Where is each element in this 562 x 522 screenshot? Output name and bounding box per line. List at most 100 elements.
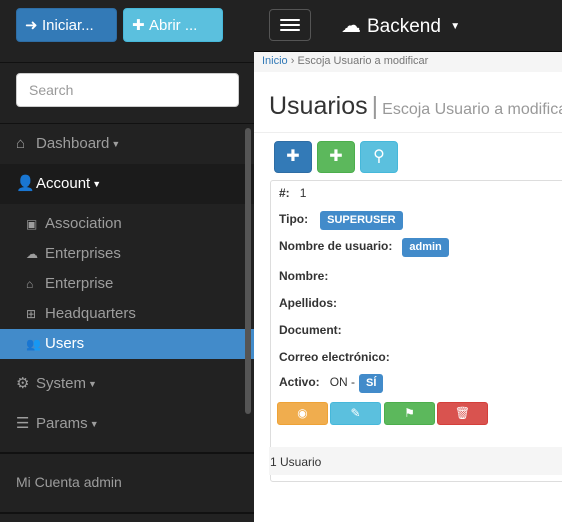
record-id-value: 1 (299, 186, 307, 200)
cloud-icon: ☁ (341, 15, 361, 37)
view-button[interactable]: ◉ (277, 402, 328, 425)
sidebar-scrollbar[interactable] (245, 128, 251, 414)
sidebar-item-label: Enterprise (45, 275, 114, 292)
hamburger-icon-bar (280, 24, 300, 26)
menu-toggle-button[interactable] (269, 9, 311, 41)
user-record-card: #: 1 Tipo: SUPERUSER Nombre de usuario: ad… (270, 180, 562, 482)
title-separator: | (371, 92, 379, 120)
nav-account[interactable]: 👤Account ▼ (0, 164, 254, 204)
list-icon: ☰ (16, 415, 30, 432)
add-user-button[interactable]: ✚ (317, 141, 355, 173)
edit-button[interactable]: ✎ (330, 402, 381, 425)
record-apellidos-label: Apellidos: (279, 296, 338, 310)
nav-account-label: Account (36, 175, 91, 192)
users-icon: 👥 (26, 337, 41, 351)
caret-down-icon: ▼ (450, 21, 461, 33)
record-username-label: Nombre de usuario: (279, 239, 393, 253)
my-account-link[interactable]: Mi Cuenta admin (16, 474, 122, 490)
sidebar-item-users[interactable]: 👥 Users (0, 329, 254, 359)
tipo-badge: SUPERUSER (320, 211, 403, 230)
record-document-row: Document: (279, 323, 342, 337)
sidebar-item-label: Enterprises (45, 245, 121, 262)
nav-dashboard[interactable]: ⌂ Dashboard ▼ (0, 124, 254, 164)
caret-down-icon: ▼ (88, 379, 97, 390)
trash-icon: 🗑 (454, 406, 471, 420)
sidebar-item-label: Headquarters (45, 305, 136, 322)
sidebar: ➜Iniciar... ✚Abrir ... ⌂Dashboard▼ 👤Acco… (0, 0, 254, 522)
delete-button[interactable]: 🗑 (437, 402, 488, 425)
record-activo-text: ON - (329, 375, 356, 389)
results-count: 1 Usuario (270, 455, 322, 469)
building-icon: ▣ (26, 217, 38, 231)
record-activo-label: Activo: (279, 375, 320, 389)
sidebar-item-enterprise[interactable]: ⌂ Enterprise (0, 269, 245, 299)
breadcrumb-bar: Inicio › Escoja Usuario a modificar (254, 52, 562, 72)
edit-icon: ✎ (350, 406, 361, 420)
brand-dropdown[interactable]: ☁ Backend ▼ (341, 13, 460, 38)
flag-button[interactable]: ⚑ (384, 402, 435, 425)
nav-params-label: Params (36, 415, 88, 432)
caret-down-icon: ▼ (92, 179, 102, 190)
user-icon: 👤 (16, 175, 35, 192)
activo-badge: SÍ (359, 374, 384, 393)
record-email-label: Correo electrónico: (279, 350, 390, 364)
record-activo-row: Activo: ON - SÍ (279, 374, 384, 393)
add-button[interactable]: ✚ (274, 141, 312, 173)
plus-icon: ✚ (329, 148, 343, 165)
nav-system[interactable]: ⚙ System ▼ (0, 364, 254, 404)
flag-icon: ⚑ (404, 406, 415, 420)
breadcrumb-separator: › (290, 55, 295, 67)
open-button[interactable]: ✚ Abrir ... (123, 8, 223, 42)
plus-icon: ✚ (132, 17, 145, 34)
record-id-row: #: 1 (279, 186, 306, 200)
plus-icon: ✚ (286, 148, 300, 165)
sidebar-search (0, 63, 254, 124)
hamburger-icon (280, 19, 300, 21)
main-content: Inicio › Escoja Usuario a modificar Usua… (254, 52, 562, 522)
breadcrumb-home-link[interactable]: Inicio (262, 55, 288, 67)
breadcrumb: Inicio › Escoja Usuario a modificar (262, 55, 428, 67)
nav-dashboard-label: Dashboard (36, 135, 110, 152)
record-nombre-row: Nombre: (279, 269, 328, 283)
sidebar-item-label: Users (45, 335, 85, 352)
search-icon: ⚲ (373, 148, 385, 165)
open-button-label: Abrir ... (149, 17, 198, 34)
breadcrumb-current: Escoja Usuario a modificar (297, 55, 429, 67)
record-apellidos-row: Apellidos: (279, 296, 337, 310)
title-divider (254, 132, 562, 133)
nav-system-label: System (36, 375, 87, 392)
sidebar-divider (0, 512, 254, 514)
eye-icon: ◉ (297, 406, 308, 420)
sitemap-icon: ⊞ (26, 307, 37, 321)
record-nombre-label: Nombre: (279, 269, 329, 283)
page-title-text: Usuarios (269, 92, 368, 120)
record-id-label: #: (279, 186, 290, 200)
record-username-row: Nombre de usuario: admin (279, 238, 449, 257)
home-icon: ⌂ (16, 135, 26, 152)
record-document-label: Document: (279, 323, 342, 337)
cloud-icon: ☁ (26, 247, 38, 261)
top-navbar: ☁ Backend ▼ (254, 0, 562, 52)
sidebar-item-association[interactable]: ▣ Association (0, 209, 245, 239)
username-badge: admin (402, 238, 449, 257)
caret-down-icon: ▼ (111, 139, 121, 150)
login-button[interactable]: ➜ Iniciar... (16, 8, 117, 42)
page-subtitle: Escoja Usuario a modificar (382, 101, 562, 118)
search-button[interactable]: ⚲ (360, 141, 398, 173)
nav-params[interactable]: ☰ Params ▼ (0, 404, 254, 444)
sidebar-item-enterprises[interactable]: ☁ Enterprises (0, 239, 245, 269)
sign-in-icon: ➜ (25, 17, 38, 34)
sidebar-divider (0, 452, 254, 454)
sidebar-item-headquarters[interactable]: ⊞ Headquarters (0, 299, 245, 329)
search-input[interactable] (16, 73, 239, 107)
record-tipo-label: Tipo: (279, 212, 309, 226)
caret-down-icon: ▼ (89, 419, 99, 430)
sidebar-top-actions: ➜ Iniciar... ✚ Abrir ... (0, 0, 254, 63)
page-title: Usuarios | Escoja Usuario a modificar (269, 92, 562, 121)
login-button-label: Iniciar... (42, 17, 94, 34)
bank-icon: ⌂ (26, 277, 34, 291)
sidebar-item-label: Association (45, 215, 122, 232)
record-tipo-row: Tipo: SUPERUSER (279, 211, 403, 230)
cogs-icon: ⚙ (16, 375, 30, 392)
record-email-row: Correo electrónico: (279, 350, 390, 364)
